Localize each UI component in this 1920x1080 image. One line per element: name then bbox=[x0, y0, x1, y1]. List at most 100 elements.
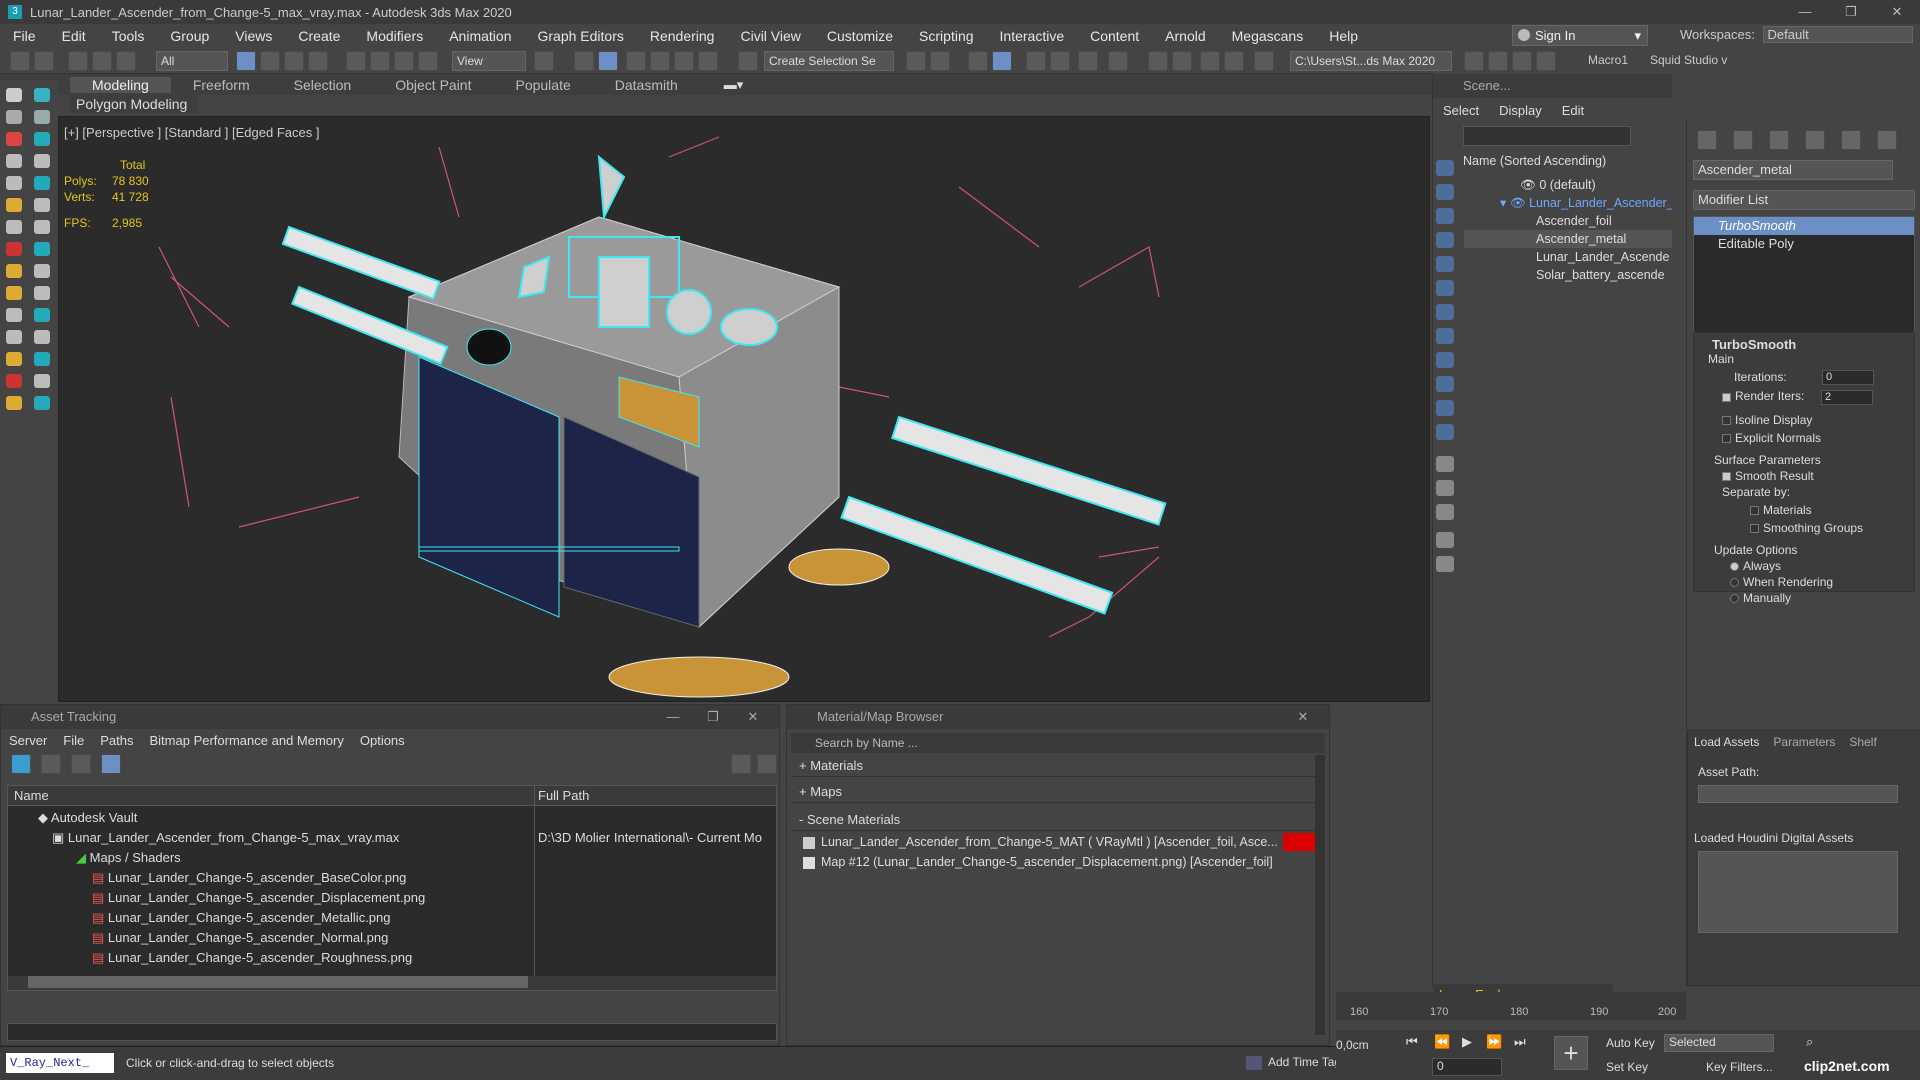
explicit-checkbox[interactable] bbox=[1722, 433, 1731, 443]
asset-path-field[interactable] bbox=[1698, 785, 1898, 803]
material-item[interactable]: Lunar_Lander_Ascender_from_Change-5_MAT … bbox=[803, 833, 1319, 851]
auto-key-button[interactable]: Auto Key bbox=[1606, 1036, 1655, 1050]
geosphere-icon[interactable] bbox=[34, 330, 50, 344]
material-vscrollbar[interactable] bbox=[1315, 755, 1325, 1035]
polygon-modeling-panel[interactable]: Polygon Modeling bbox=[70, 95, 198, 113]
smooth-result-checkbox[interactable] bbox=[1722, 471, 1731, 481]
menu-paths[interactable]: Paths bbox=[92, 733, 141, 748]
sign-in-dropdown[interactable]: Sign In ▾ bbox=[1512, 25, 1648, 46]
viewport-label[interactable]: [+] [Perspective ] [Standard ] [Edged Fa… bbox=[64, 125, 319, 140]
always-radio[interactable] bbox=[1730, 561, 1739, 571]
go-start-icon[interactable]: ⏮ bbox=[1406, 1034, 1418, 1050]
scale-icon[interactable] bbox=[394, 51, 414, 71]
smoothing-groups-checkbox[interactable] bbox=[1750, 523, 1759, 533]
prev-frame-icon[interactable]: ⏪ bbox=[1434, 1034, 1450, 1050]
object-name-field[interactable]: Ascender_metal bbox=[1693, 160, 1893, 180]
filter-xrefs-icon[interactable] bbox=[1436, 328, 1454, 344]
rollout-title[interactable]: TurboSmooth bbox=[1694, 333, 1914, 352]
filter-hidden-icon[interactable] bbox=[1436, 424, 1454, 440]
cloth-icon[interactable] bbox=[34, 242, 50, 256]
shape-icon[interactable] bbox=[6, 176, 22, 190]
menu-bitmap-performance[interactable]: Bitmap Performance and Memory bbox=[142, 733, 352, 748]
menu-server[interactable]: Server bbox=[1, 733, 55, 748]
modify-icon[interactable] bbox=[34, 110, 50, 124]
minimize-button[interactable]: — bbox=[1782, 0, 1828, 24]
filter-helpers-icon[interactable] bbox=[1436, 256, 1454, 272]
isoline-checkbox[interactable] bbox=[1722, 415, 1731, 425]
toggle-layer-explorer-icon[interactable] bbox=[992, 51, 1012, 71]
filter-spacewarps-icon[interactable] bbox=[1436, 280, 1454, 296]
settings-icon[interactable] bbox=[757, 754, 777, 774]
select-object-icon[interactable] bbox=[236, 51, 256, 71]
menu-content[interactable]: Content bbox=[1077, 28, 1152, 44]
col-name[interactable]: Name bbox=[14, 786, 49, 806]
tab-freeform[interactable]: Freeform bbox=[171, 77, 272, 93]
display-tab-icon[interactable] bbox=[1841, 130, 1861, 150]
restore-button[interactable]: ❐ bbox=[1828, 0, 1874, 24]
close-button[interactable]: ✕ bbox=[1283, 705, 1323, 729]
minimize-button[interactable]: — bbox=[653, 705, 693, 729]
named-selection-dropdown[interactable]: Create Selection Se bbox=[764, 51, 894, 71]
helper-icon[interactable] bbox=[34, 198, 50, 212]
play-icon[interactable]: ▶ bbox=[1462, 1034, 1472, 1050]
thumbnail-icon[interactable] bbox=[71, 754, 91, 774]
ref-coord-dropdown[interactable]: View bbox=[452, 51, 526, 71]
motion-icon[interactable] bbox=[34, 132, 50, 146]
add-time-tag-button[interactable]: Add Time Tag bbox=[1246, 1055, 1341, 1070]
edit-named-sel-icon[interactable] bbox=[738, 51, 758, 71]
box-icon[interactable] bbox=[6, 264, 22, 278]
filter-bones-icon[interactable] bbox=[1436, 352, 1454, 368]
section-maps[interactable]: + Maps bbox=[791, 781, 1323, 803]
motion-tab-icon[interactable] bbox=[1805, 130, 1825, 150]
toggle-scene-explorer-icon[interactable] bbox=[968, 51, 988, 71]
tube-icon[interactable] bbox=[6, 352, 22, 366]
stack-item-turbosmooth[interactable]: TurboSmooth bbox=[1694, 217, 1914, 235]
scene-menu-display[interactable]: Display bbox=[1489, 103, 1552, 118]
teapot-icon[interactable] bbox=[6, 308, 22, 322]
filter-cameras-icon[interactable] bbox=[1436, 232, 1454, 248]
material-search-input[interactable]: Search by Name ... bbox=[791, 733, 1325, 753]
project-open-icon[interactable] bbox=[1536, 51, 1556, 71]
filter-groups-icon[interactable] bbox=[1436, 304, 1454, 320]
capsule-icon[interactable] bbox=[6, 396, 22, 410]
align-icon[interactable] bbox=[930, 51, 950, 71]
menu-tools[interactable]: Tools bbox=[99, 28, 158, 44]
tab-shelf[interactable]: Shelf bbox=[1849, 735, 1876, 749]
snap-3d-icon[interactable] bbox=[626, 51, 646, 71]
menu-animation[interactable]: Animation bbox=[436, 28, 524, 44]
arnold-render-icon[interactable] bbox=[1254, 51, 1274, 71]
scene-menu-select[interactable]: Select bbox=[1433, 103, 1489, 118]
manually-radio[interactable] bbox=[1730, 593, 1739, 603]
when-rendering-radio[interactable] bbox=[1730, 577, 1739, 587]
stack-item-editable-poly[interactable]: Editable Poly bbox=[1694, 235, 1914, 253]
frame-field[interactable]: 0 bbox=[1432, 1058, 1502, 1076]
rotate-icon[interactable] bbox=[370, 51, 390, 71]
utilities-tab-icon[interactable] bbox=[1877, 130, 1897, 150]
menu-modifiers[interactable]: Modifiers bbox=[353, 28, 436, 44]
layer-eye-icon[interactable]: 👁 bbox=[1520, 178, 1539, 192]
zoom-icon[interactable]: ⌕ bbox=[1806, 1034, 1813, 1050]
camera-icon[interactable] bbox=[6, 198, 22, 212]
tab-populate[interactable]: Populate bbox=[493, 77, 592, 93]
select-tool-icon[interactable] bbox=[6, 88, 22, 102]
table-view-icon[interactable] bbox=[101, 754, 121, 774]
list-view-icon[interactable] bbox=[41, 754, 61, 774]
selected-dropdown[interactable]: Selected bbox=[1664, 1034, 1774, 1052]
menu-interactive[interactable]: Interactive bbox=[987, 28, 1078, 44]
menu-edit[interactable]: Edit bbox=[49, 28, 99, 44]
schematic-view-icon[interactable] bbox=[1078, 51, 1098, 71]
window-crossing-icon[interactable] bbox=[308, 51, 328, 71]
bind-space-warp-icon[interactable] bbox=[116, 51, 136, 71]
pyramid-icon[interactable] bbox=[34, 352, 50, 366]
unlink-icon[interactable] bbox=[92, 51, 112, 71]
render-iters-spinner[interactable]: 2 bbox=[1821, 389, 1873, 405]
create-tab-icon[interactable] bbox=[1697, 130, 1717, 150]
system-icon[interactable] bbox=[34, 220, 50, 234]
plane-icon[interactable] bbox=[34, 308, 50, 322]
ribbon-icon[interactable] bbox=[1026, 51, 1046, 71]
selection-filter-dropdown[interactable]: All bbox=[156, 51, 228, 71]
curve-editor-icon[interactable] bbox=[1050, 51, 1070, 71]
tab-object-paint[interactable]: Object Paint bbox=[373, 77, 493, 93]
refresh-icon[interactable] bbox=[11, 754, 31, 774]
modify-tab-icon[interactable] bbox=[1733, 130, 1753, 150]
